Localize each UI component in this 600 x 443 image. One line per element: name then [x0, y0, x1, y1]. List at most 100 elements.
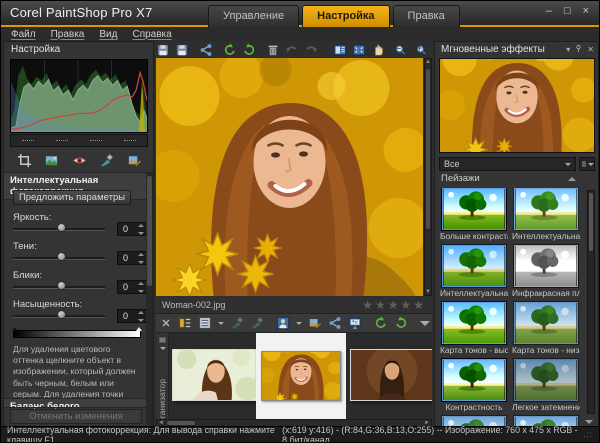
highlights-spinner[interactable]: 0: [117, 280, 147, 294]
workspace-tabs: Управление Настройка Правка: [208, 5, 460, 27]
saturation-slider-group: Насыщенность: 0: [13, 299, 147, 325]
menu-view[interactable]: Вид: [99, 29, 117, 40]
saturation-spinner[interactable]: 0: [117, 309, 147, 323]
effect-card[interactable]: Интеллектуальная ...: [440, 244, 508, 302]
image-information-icon[interactable]: [333, 43, 347, 57]
white-balance-header[interactable]: Баланс белого: [4, 398, 148, 408]
organizer-collapse-icon[interactable]: [420, 320, 430, 326]
effects-scroll-down-icon[interactable]: [585, 420, 593, 424]
effect-card[interactable]: Инфракрасная плен...: [512, 244, 580, 302]
brightness-slider-group: Яркость: 0: [13, 212, 147, 238]
rotate-right-icon[interactable]: [242, 43, 256, 57]
share-photo-icon[interactable]: [328, 316, 342, 330]
gradient-marker-left[interactable]: [12, 327, 18, 331]
delete-icon[interactable]: [266, 43, 280, 57]
rating-stars[interactable]: ★★★★★: [362, 298, 426, 312]
white-balance-gradient[interactable]: [12, 327, 142, 338]
thumbnail-view-icon[interactable]: [198, 316, 212, 330]
tab-manage[interactable]: Управление: [208, 5, 300, 27]
zoom-in-icon[interactable]: +: [416, 43, 432, 57]
effect-label: Легкое затемнение: [512, 402, 580, 412]
save-options-icon[interactable]: [175, 43, 189, 57]
view-options-arrow-icon[interactable]: [218, 321, 224, 325]
effects-filter-dropdown[interactable]: Все: [439, 157, 576, 171]
shadows-slider-thumb[interactable]: [57, 252, 66, 261]
pin-icon[interactable]: [574, 42, 587, 55]
edit-photo-icon[interactable]: [308, 316, 322, 330]
close-button[interactable]: ×: [583, 5, 589, 17]
organizer-close-icon[interactable]: [160, 316, 172, 330]
brightness-spinner[interactable]: 0: [117, 222, 147, 236]
redo-icon[interactable]: [304, 43, 318, 57]
makeover-icon[interactable]: [98, 152, 116, 168]
image-canvas[interactable]: [156, 58, 423, 296]
category-collapse-icon[interactable]: [568, 176, 576, 181]
menu-edit[interactable]: Правка: [51, 29, 85, 40]
organizer-thumb-2-selected[interactable]: [256, 333, 346, 419]
red-eye-icon[interactable]: [70, 152, 88, 168]
left-panel-scrollbar[interactable]: [146, 172, 153, 425]
effect-card[interactable]: Контрастность: [440, 358, 508, 416]
effect-card[interactable]: Интеллектуальная ...: [512, 188, 580, 245]
category-row[interactable]: Пейзажи: [435, 173, 580, 184]
brush-icon[interactable]: [250, 316, 264, 330]
panel-menu-arrow-icon[interactable]: ▾: [566, 43, 574, 54]
photo-woman-autumn: [156, 58, 423, 296]
sort-icon[interactable]: [178, 316, 192, 330]
app-window: Corel PaintShop Pro X7 Управление Настро…: [0, 0, 600, 443]
organizer-tab-arrow-icon[interactable]: [160, 347, 166, 350]
category-label: Пейзажи: [441, 173, 480, 184]
resize-grip[interactable]: .::: [583, 430, 593, 439]
people-icon[interactable]: [276, 316, 290, 330]
effect-card[interactable]: Карта тонов - низкие: [512, 301, 580, 359]
slideshow-icon[interactable]: [348, 316, 362, 330]
organizer-thumb-1[interactable]: [172, 349, 256, 401]
main-toolbar: – +: [156, 42, 443, 57]
pan-icon[interactable]: [371, 43, 385, 57]
tab-adjust[interactable]: Настройка: [302, 5, 390, 27]
fill-light-icon[interactable]: [125, 152, 143, 168]
effect-preview-image: [439, 58, 595, 153]
effect-card[interactable]: Легкое затемнение: [512, 358, 580, 416]
fit-image-icon[interactable]: [352, 43, 366, 57]
panel-close-icon[interactable]: ✕: [587, 43, 598, 54]
effects-scrollbar[interactable]: [587, 190, 595, 414]
maximize-button[interactable]: □: [564, 5, 571, 17]
canvas-vertical-scrollbar[interactable]: ▲ ▼: [424, 58, 432, 296]
effect-label: Больше контраста: [440, 231, 508, 241]
zoom-out-icon[interactable]: –: [395, 43, 411, 57]
scroll-up-icon[interactable]: ▲: [425, 59, 431, 65]
undo-icon[interactable]: [285, 43, 299, 57]
gradient-marker-right[interactable]: [136, 327, 142, 331]
people-options-arrow-icon[interactable]: [296, 321, 302, 325]
histogram-ticks: [10, 134, 148, 147]
share-icon[interactable]: [199, 43, 213, 57]
save-icon[interactable]: [156, 43, 170, 57]
effects-display-options[interactable]: [579, 157, 595, 171]
menu-help[interactable]: Справка: [132, 29, 171, 40]
organizer-tab-label: Организатор: [157, 379, 167, 419]
brightness-slider-thumb[interactable]: [57, 223, 66, 232]
tag-icon[interactable]: [230, 316, 244, 330]
organizer-rotate-right-icon[interactable]: [394, 316, 408, 330]
suggest-settings-button[interactable]: Предложить параметры: [13, 190, 131, 205]
scroll-down-icon[interactable]: ▼: [425, 289, 431, 295]
menu-file[interactable]: Файл: [11, 29, 36, 40]
effect-card[interactable]: Больше контраста: [440, 188, 508, 245]
organizer-panel-icon[interactable]: [159, 337, 166, 343]
shadows-spinner[interactable]: 0: [117, 251, 147, 265]
organizer-tab[interactable]: Организатор: [156, 333, 169, 419]
saturation-slider-thumb[interactable]: [57, 310, 66, 319]
minimize-button[interactable]: –: [546, 5, 552, 17]
instant-effects-title: Мгновенные эффекты: [441, 44, 545, 55]
cancel-changes-button[interactable]: Отменить изменения: [10, 409, 142, 424]
organizer-thumb-3[interactable]: [350, 349, 432, 401]
crop-icon[interactable]: [15, 152, 33, 168]
highlights-slider-thumb[interactable]: [57, 281, 66, 290]
organizer-rotate-left-icon[interactable]: [374, 316, 388, 330]
effect-card[interactable]: Карта тонов - выс...: [440, 301, 508, 359]
straighten-icon[interactable]: [43, 152, 61, 168]
effect-label: Интеллектуальная ...: [440, 288, 508, 298]
tab-edit[interactable]: Правка: [392, 5, 460, 27]
rotate-left-icon[interactable]: [223, 43, 237, 57]
